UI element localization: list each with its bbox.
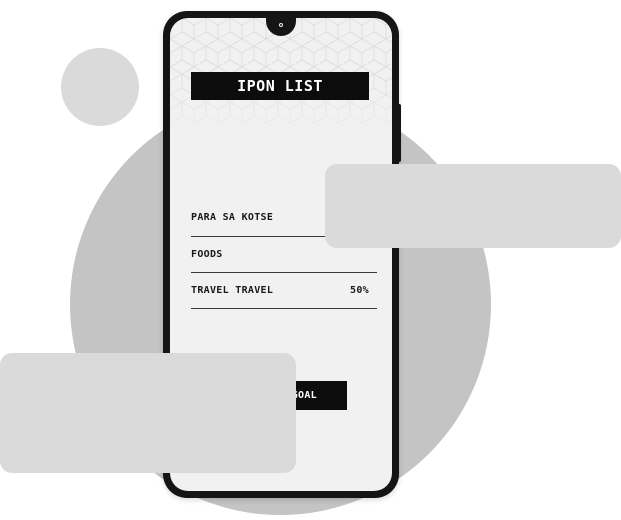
list-item-name: FOODS: [191, 249, 223, 260]
list-item-name: PARA SA KOTSE: [191, 211, 274, 223]
overlay-card-left: [0, 353, 296, 473]
list-item[interactable]: TRAVEL TRAVEL 50%: [191, 273, 377, 309]
list-item-name: TRAVEL TRAVEL: [191, 285, 274, 296]
camera-icon: [277, 21, 285, 29]
overlay-card-right: [325, 164, 621, 248]
page-title: IPON LIST: [191, 72, 369, 100]
list-item-percent: 50%: [350, 285, 369, 296]
illustration-stage: IPON LIST PARA SA KOTSE FOODS TRAVEL TRA…: [0, 0, 621, 520]
decorative-circle-small: [61, 48, 139, 126]
